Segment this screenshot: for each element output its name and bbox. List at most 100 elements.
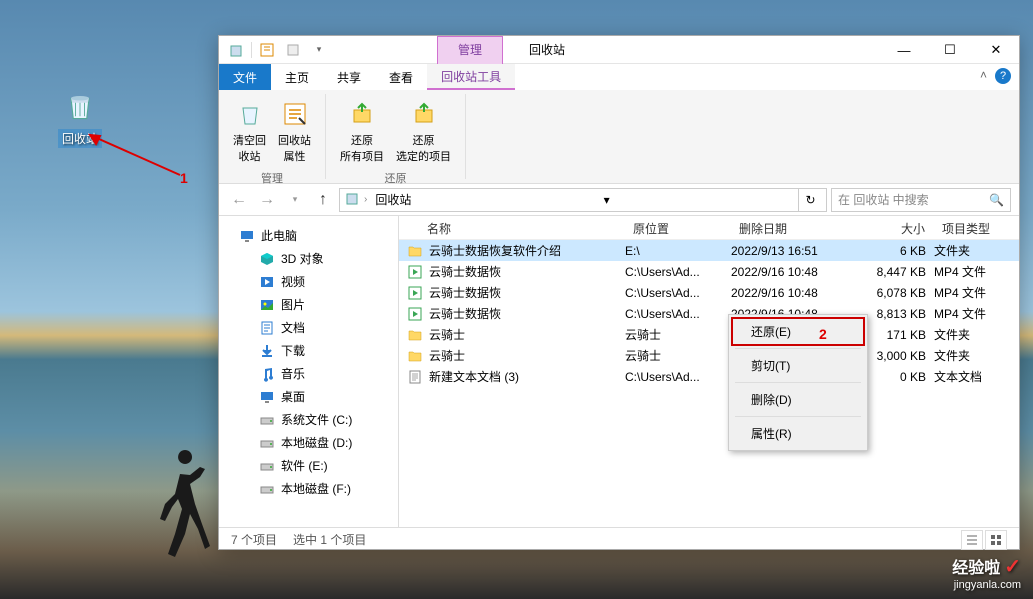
- sidebar-item-7[interactable]: 系统文件 (C:): [219, 408, 398, 431]
- drive-icon: [259, 481, 275, 497]
- sidebar-item-3[interactable]: 文档: [219, 316, 398, 339]
- context-delete[interactable]: 删除(D): [731, 385, 865, 414]
- close-button[interactable]: ✕: [973, 36, 1019, 64]
- file-type: 文件夹: [934, 326, 1019, 343]
- sidebar-item-label: 本地磁盘 (D:): [281, 434, 352, 451]
- file-name: 云骑士数据恢: [429, 263, 501, 280]
- view-icons-button[interactable]: [985, 530, 1007, 550]
- recycle-bin-properties-button[interactable]: 回收站 属性: [272, 94, 317, 168]
- ribbon-collapse-icon[interactable]: ˄: [980, 68, 987, 84]
- restore-selected-icon: [408, 98, 440, 130]
- nav-up-button[interactable]: ↑: [311, 188, 335, 212]
- sidebar-item-4[interactable]: 下载: [219, 339, 398, 362]
- status-bar: 7 个项目 选中 1 个项目: [219, 527, 1019, 551]
- this-pc-label: 此电脑: [261, 227, 297, 244]
- tab-recycle-tools[interactable]: 回收站工具: [427, 64, 515, 90]
- address-dropdown-button[interactable]: ▾: [595, 188, 619, 212]
- 3d-icon: [259, 251, 275, 267]
- ribbon-group-restore: 还原 所有项目 还原 选定的项目 还原: [326, 94, 466, 179]
- sidebar-item-1[interactable]: 视频: [219, 270, 398, 293]
- col-header-size[interactable]: 大小: [846, 216, 934, 239]
- file-type: 文本文档: [934, 368, 1019, 385]
- file-location: C:\Users\Ad...: [625, 286, 731, 300]
- bin-properties-icon: [279, 98, 311, 130]
- col-header-name[interactable]: 名称: [399, 216, 625, 239]
- context-separator: [735, 382, 861, 383]
- tab-file[interactable]: 文件: [219, 64, 271, 90]
- restore-selected-label: 还原 选定的项目: [396, 132, 451, 164]
- qat-dropdown-icon[interactable]: [282, 39, 304, 61]
- qat-chevron-down-icon[interactable]: ▾: [308, 39, 330, 61]
- sidebar-item-2[interactable]: 图片: [219, 293, 398, 316]
- navigation-sidebar: 此电脑 3D 对象视频图片文档下载音乐桌面系统文件 (C:) 本地磁盘 (D:) 软…: [219, 216, 399, 527]
- context-restore[interactable]: 还原(E): [731, 317, 865, 346]
- sidebar-item-10[interactable]: 本地磁盘 (F:): [219, 477, 398, 500]
- col-header-type[interactable]: 项目类型: [934, 216, 1019, 239]
- refresh-button[interactable]: ↻: [798, 188, 822, 212]
- video-icon: [407, 264, 423, 280]
- file-type: 文件夹: [934, 242, 1019, 259]
- sidebar-item-label: 音乐: [281, 365, 305, 382]
- ribbon-help-area: ˄ ?: [980, 68, 1011, 84]
- text-icon: [407, 369, 423, 385]
- breadcrumb-recycle-bin[interactable]: 回收站: [371, 189, 415, 210]
- file-row[interactable]: 云骑士数据恢C:\Users\Ad...2022/9/16 10:488,813…: [399, 303, 1019, 324]
- file-date: 2022/9/13 16:51: [731, 244, 846, 258]
- drive-icon: [259, 412, 275, 428]
- address-chevron-icon[interactable]: ›: [364, 194, 367, 205]
- nav-recent-dropdown[interactable]: ▾: [283, 188, 307, 212]
- file-name: 新建文本文档 (3): [429, 368, 519, 385]
- maximize-button[interactable]: ☐: [927, 36, 973, 64]
- file-row[interactable]: 云骑士数据恢复软件介绍E:\2022/9/13 16:516 KB文件夹: [399, 240, 1019, 261]
- context-properties[interactable]: 属性(R): [731, 419, 865, 448]
- file-row[interactable]: 云骑士数据恢C:\Users\Ad...2022/9/16 10:488,447…: [399, 261, 1019, 282]
- file-date: 2022/9/16 10:48: [731, 265, 846, 279]
- tab-view[interactable]: 查看: [375, 64, 427, 90]
- properties-qat-icon[interactable]: [256, 39, 278, 61]
- sidebar-item-8[interactable]: 本地磁盘 (D:): [219, 431, 398, 454]
- tab-share[interactable]: 共享: [323, 64, 375, 90]
- address-field[interactable]: › 回收站 ▾ ↻: [339, 188, 827, 212]
- view-details-button[interactable]: [961, 530, 983, 550]
- folder-icon: [407, 327, 423, 343]
- sidebar-item-label: 系统文件 (C:): [281, 411, 352, 428]
- file-row[interactable]: 云骑士云骑士2022/9/16 17:343,000 KB文件夹: [399, 345, 1019, 366]
- file-row[interactable]: 云骑士云骑士2022/9/16 17:33171 KB文件夹: [399, 324, 1019, 345]
- sidebar-item-0[interactable]: 3D 对象: [219, 247, 398, 270]
- folder-icon: [407, 348, 423, 364]
- annotation-arrow-1: [80, 130, 190, 180]
- nav-forward-button[interactable]: →: [255, 188, 279, 212]
- address-bar: ← → ▾ ↑ › 回收站 ▾ ↻ 在 回收站 中搜索 🔍: [219, 184, 1019, 216]
- nav-back-button[interactable]: ←: [227, 188, 251, 212]
- folder-icon: [407, 243, 423, 259]
- file-name: 云骑士: [429, 347, 465, 364]
- restore-selected-button[interactable]: 还原 选定的项目: [390, 94, 457, 168]
- file-location: C:\Users\Ad...: [625, 370, 731, 384]
- tab-home[interactable]: 主页: [271, 64, 323, 90]
- col-header-location[interactable]: 原位置: [625, 216, 731, 239]
- minimize-button[interactable]: —: [881, 36, 927, 64]
- sidebar-item-5[interactable]: 音乐: [219, 362, 398, 385]
- wallpaper-runner-silhouette: [140, 449, 220, 569]
- help-icon[interactable]: ?: [995, 68, 1011, 84]
- search-icon[interactable]: 🔍: [989, 193, 1004, 207]
- file-type: MP4 文件: [934, 284, 1019, 301]
- sidebar-item-label: 桌面: [281, 388, 305, 405]
- file-row[interactable]: 新建文本文档 (3)C:\Users\Ad...2022/9/19 11:490…: [399, 366, 1019, 387]
- col-header-date[interactable]: 删除日期: [731, 216, 846, 239]
- file-location: C:\Users\Ad...: [625, 265, 731, 279]
- music-icon: [259, 366, 275, 382]
- desktop-icon: [259, 389, 275, 405]
- sidebar-item-6[interactable]: 桌面: [219, 385, 398, 408]
- sidebar-item-9[interactable]: 软件 (E:): [219, 454, 398, 477]
- restore-all-button[interactable]: 还原 所有项目: [334, 94, 390, 168]
- file-row[interactable]: 云骑士数据恢C:\Users\Ad...2022/9/16 10:486,078…: [399, 282, 1019, 303]
- file-list-area: 名称 原位置 删除日期 大小 项目类型 云骑士数据恢复软件介绍E:\2022/9…: [399, 216, 1019, 527]
- context-cut[interactable]: 剪切(T): [731, 351, 865, 380]
- sidebar-this-pc[interactable]: 此电脑: [219, 224, 398, 247]
- status-selected-count: 选中 1 个项目: [293, 531, 366, 548]
- recycle-bin-qat-icon[interactable]: [225, 39, 247, 61]
- search-input[interactable]: 在 回收站 中搜索 🔍: [831, 188, 1011, 212]
- context-tab-manage[interactable]: 管理: [437, 36, 503, 64]
- empty-recycle-bin-button[interactable]: 清空回 收站: [227, 94, 272, 168]
